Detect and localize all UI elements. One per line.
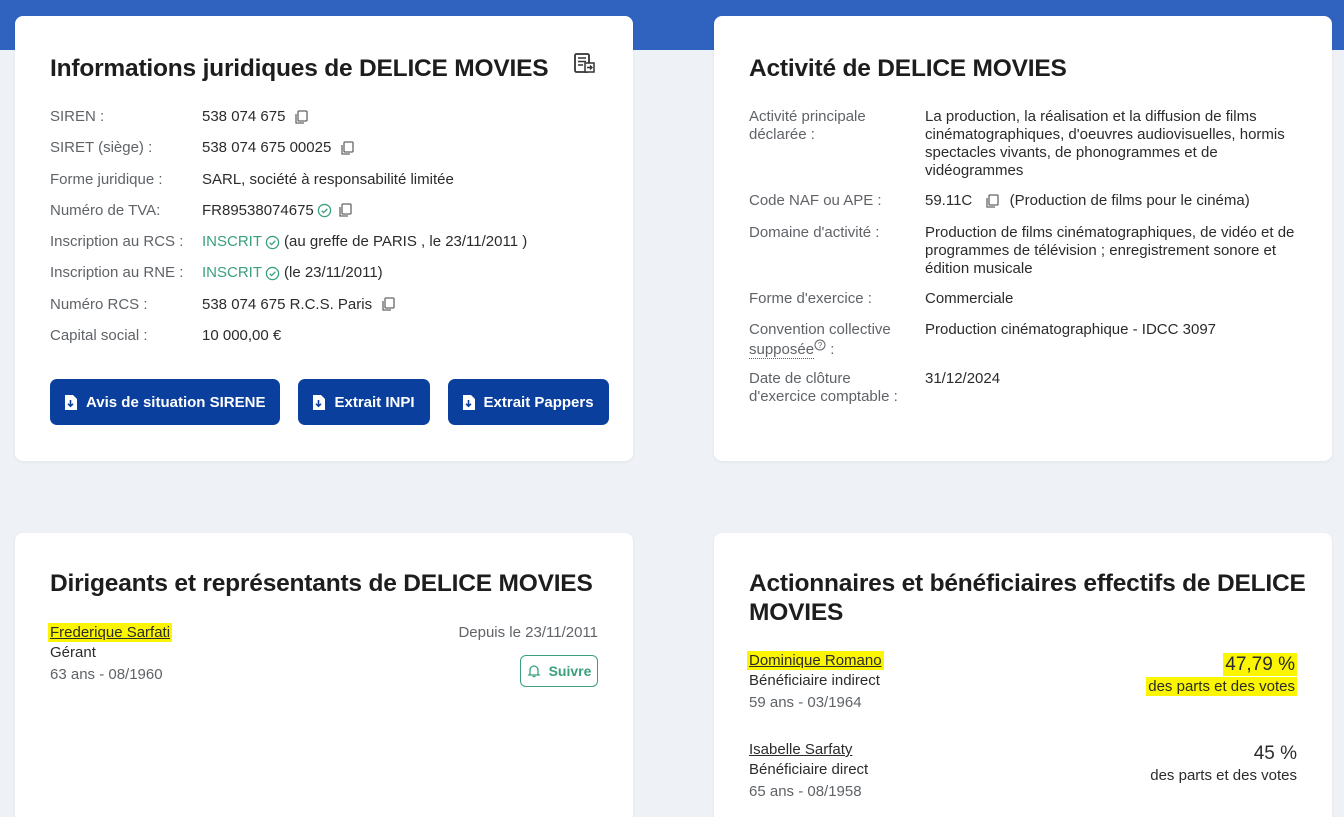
rcs-detail: (au greffe de PARIS , le 23/11/2011 ) [284, 233, 528, 251]
inpi-button[interactable]: Extrait INPI [298, 379, 430, 425]
shareholder-item: Isabelle Sarfaty Bénéficiaire direct 65 … [749, 741, 868, 803]
naf-label: Code NAF ou APE : [749, 192, 882, 209]
convention-value: Production cinématographique - IDCC 3097 [925, 321, 1216, 338]
convention-label: Convention collective [749, 321, 891, 338]
main-activity-label: Activité principale déclarée : [749, 108, 866, 143]
leaders-card: Dirigeants et représentants de DELICE MO… [15, 533, 633, 817]
main-activity-row: Activité principale déclarée : La produc… [749, 108, 1309, 192]
pappers-button-label: Extrait Pappers [483, 393, 594, 411]
closing-date-value: 31/12/2024 [925, 370, 1001, 387]
follow-label: Suivre [548, 663, 592, 679]
pappers-button[interactable]: Extrait Pappers [447, 379, 609, 425]
follow-button[interactable]: Suivre [520, 655, 598, 687]
legal-info-title: Informations juridiques de DELICE MOVIES [50, 55, 549, 82]
shareholder-percent: 45 % [1253, 743, 1297, 764]
supposee-link[interactable]: supposée [749, 341, 815, 359]
naf-row: Code NAF ou APE : 59.11C (Production de … [749, 192, 1309, 224]
siren-label: SIREN : [50, 108, 105, 125]
bell-icon [527, 665, 541, 678]
leaders-title: Dirigeants et représentants de DELICE MO… [50, 570, 593, 597]
exercise-form-row: Forme d'exercice : Commerciale [749, 290, 1309, 321]
exercise-form-label: Forme d'exercice : [749, 290, 872, 307]
copy-icon[interactable] [381, 297, 395, 312]
domain-row: Domaine d'activité : Production de films… [749, 224, 1309, 290]
domain-label: Domaine d'activité : [749, 224, 880, 241]
check-circle-icon [317, 204, 332, 218]
copy-icon[interactable] [340, 141, 354, 156]
shareholder-name-link[interactable]: Dominique Romano [747, 651, 884, 670]
rne-row: Inscription au RNE : INSCRIT (le 23/11/2… [50, 264, 610, 295]
download-file-icon [462, 394, 475, 410]
siret-value: 538 074 675 00025 [202, 139, 332, 157]
shareholders-title-line1: Actionnaires et bénéficiaires effectifs … [749, 570, 1306, 597]
shareholder-age: 65 ans - 08/1958 [749, 783, 862, 800]
siren-value: 538 074 675 [202, 108, 286, 125]
copy-icon[interactable] [294, 109, 309, 125]
exercise-form-value: Commerciale [925, 290, 1014, 307]
shareholders-card: Actionnaires et bénéficiaires effectifs … [714, 533, 1332, 817]
naf-description: (Production de films pour le cinéma) [1009, 192, 1250, 209]
siret-row: SIRET (siège) : 538 074 675 00025 [50, 139, 610, 170]
capital-value: 10 000,00 € [202, 327, 282, 345]
shareholder-percent-block: 45 % des parts et des votes [1150, 743, 1297, 787]
main-activity-value: La production, la réalisation et la diff… [925, 108, 1285, 179]
leader-role: Gérant [50, 644, 96, 661]
shareholder-role: Bénéficiaire indirect [749, 672, 880, 689]
num-rcs-row: Numéro RCS : 538 074 675 R.C.S. Paris [50, 296, 610, 327]
check-circle-icon [265, 266, 280, 281]
leader-since: Depuis le 23/11/2011 [458, 624, 598, 641]
check-circle-icon [265, 235, 280, 249]
forme-value: SARL, société à responsabilité limitée [202, 170, 454, 188]
sirene-button-label: Avis de situation SIRENE [86, 393, 266, 411]
shareholder-item: Dominique Romano Bénéficiaire indirect 5… [747, 651, 884, 714]
help-circle-icon[interactable]: ? [814, 339, 826, 351]
download-file-icon [313, 394, 326, 410]
document-export-icon[interactable] [573, 52, 597, 76]
activity-card: Activité de DELICE MOVIES Activité princ… [714, 16, 1332, 461]
forme-row: Forme juridique : SARL, société à respon… [50, 171, 610, 202]
download-file-icon [65, 394, 77, 410]
shareholder-percent-detail: des parts et des votes [1146, 677, 1297, 696]
rne-detail: (le 23/11/2011) [284, 264, 383, 282]
rne-label: Inscription au RNE : [50, 264, 184, 282]
tva-label: Numéro de TVA: [50, 201, 161, 219]
tva-row: Numéro de TVA: FR89538074675 [50, 202, 610, 233]
capital-row: Capital social : 10 000,00 € [50, 327, 610, 358]
legal-info-card: Informations juridiques de DELICE MOVIES… [15, 16, 633, 461]
shareholder-age: 59 ans - 03/1964 [749, 694, 862, 711]
shareholders-title: Actionnaires et bénéficiaires effectifs … [749, 569, 1306, 627]
tva-value: FR89538074675 [202, 201, 314, 219]
rcs-status: INSCRIT [202, 233, 262, 251]
rne-status: INSCRIT [202, 264, 262, 282]
inpi-button-label: Extrait INPI [334, 393, 415, 411]
domain-value: Production de films cinématographiques, … [925, 224, 1295, 277]
copy-icon[interactable] [985, 193, 1000, 209]
shareholder-percent-block: 47,79 % des parts et des votes [1146, 653, 1297, 698]
leader-age: 63 ans - 08/1960 [50, 666, 163, 683]
leader-name-link[interactable]: Frederique Sarfati [48, 623, 173, 642]
rcs-row: Inscription au RCS : INSCRIT (au greffe … [50, 233, 610, 264]
sirene-button[interactable]: Avis de situation SIRENE [50, 379, 281, 425]
naf-value: 59.11C [925, 192, 973, 209]
num-rcs-value: 538 074 675 R.C.S. Paris [202, 295, 373, 313]
shareholder-percent: 47,79 % [1223, 653, 1297, 676]
siret-label: SIRET (siège) : [50, 139, 153, 157]
activity-title: Activité de DELICE MOVIES [749, 55, 1067, 82]
shareholder-percent-detail: des parts et des votes [1150, 767, 1297, 784]
capital-label: Capital social : [50, 327, 148, 345]
shareholders-title-line2: MOVIES [749, 599, 844, 626]
svg-text:?: ? [818, 341, 823, 350]
siren-row: SIREN : 538 074 675 [50, 108, 610, 139]
closing-date-label: Date de clôture d'exercice comptable : [749, 370, 898, 405]
rcs-label: Inscription au RCS : [50, 233, 184, 251]
convention-row: Convention collective supposée? : Produc… [749, 321, 1309, 370]
shareholder-role: Bénéficiaire direct [749, 761, 869, 778]
num-rcs-label: Numéro RCS : [50, 295, 148, 313]
shareholder-name-link[interactable]: Isabelle Sarfaty [749, 741, 852, 758]
closing-date-row: Date de clôture d'exercice comptable : 3… [749, 370, 1309, 406]
convention-colon: : [826, 341, 835, 358]
copy-icon[interactable] [338, 203, 352, 218]
forme-label: Forme juridique : [50, 170, 163, 188]
